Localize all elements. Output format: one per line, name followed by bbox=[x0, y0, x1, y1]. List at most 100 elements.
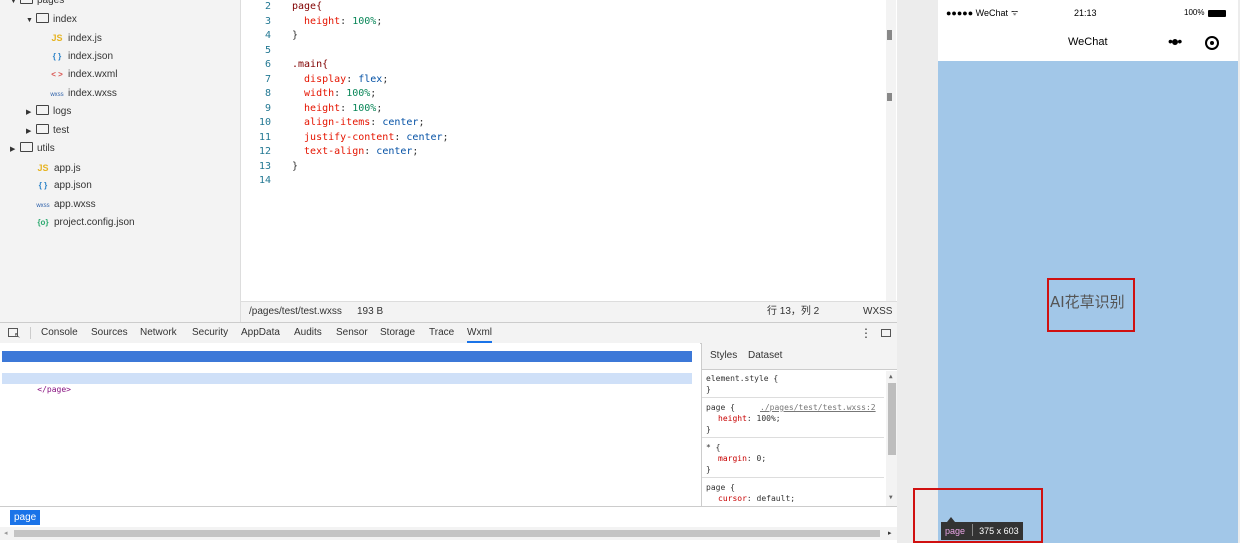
code-editor[interactable]: 2 page{3 height: 100%; 4} 5 6 .main{7 display… bbox=[241, 0, 896, 301]
cursor-position[interactable]: 行 13，列 2 bbox=[767, 302, 819, 322]
tree-item-test[interactable]: ▶ test bbox=[26, 122, 69, 140]
style-source-link[interactable]: ./pages/test/test.wxss:2 bbox=[760, 402, 876, 413]
tree-item-index-wxml[interactable]: < > index.wxml bbox=[50, 66, 117, 84]
line-number: 9 bbox=[264, 102, 271, 114]
tab-network[interactable]: Network bbox=[140, 323, 177, 343]
chevron-down-icon[interactable]: ▼ bbox=[10, 0, 20, 11]
style-selector[interactable]: page { bbox=[706, 482, 735, 493]
line-number: 5 bbox=[264, 44, 271, 56]
wxml-file-icon: < > bbox=[51, 70, 63, 79]
style-rule-close: } bbox=[706, 465, 711, 474]
scroll-thumb[interactable] bbox=[14, 530, 880, 537]
style-rule-close: } bbox=[706, 425, 711, 434]
style-selector[interactable]: element.style { bbox=[706, 373, 778, 384]
folder-icon bbox=[36, 105, 49, 115]
tab-storage[interactable]: Storage bbox=[380, 323, 415, 343]
tab-sensor[interactable]: Sensor bbox=[336, 323, 368, 343]
inspect-cursor-icon: ↖ bbox=[14, 331, 21, 340]
tab-styles[interactable]: Styles bbox=[710, 350, 737, 361]
devtools-tab-bar: ↖ Console Sources Network Security AppData Au… bbox=[0, 322, 897, 344]
tab-appdata[interactable]: AppData bbox=[241, 323, 280, 343]
wxml-elements-panel[interactable]: ▾<page> ▸<view class="main" role="" aria… bbox=[0, 343, 700, 506]
close-target-icon[interactable] bbox=[1205, 36, 1219, 50]
chevron-right-icon[interactable]: ▶ bbox=[10, 141, 20, 159]
scroll-right-arrow-icon[interactable]: ▸ bbox=[888, 529, 892, 537]
element-row-page[interactable]: ▾<page> bbox=[2, 351, 692, 372]
folder-icon bbox=[20, 142, 33, 152]
style-selector[interactable]: page { bbox=[706, 402, 735, 413]
tab-console[interactable]: Console bbox=[41, 323, 78, 343]
tree-item-app-js[interactable]: JS app.js bbox=[36, 159, 80, 177]
phone-nav-bar: WeChat •●• bbox=[938, 30, 1238, 60]
dock-side-icon[interactable] bbox=[881, 329, 891, 337]
phone-status-bar: ●●●●● WeChat 21:13 100% ᯤ bbox=[938, 8, 1238, 24]
tree-item-label: index.json bbox=[68, 50, 114, 62]
tree-item-index-wxss[interactable]: wxss index.wxss bbox=[50, 85, 117, 103]
language-mode[interactable]: WXSS bbox=[863, 302, 892, 322]
code-line[interactable]: 8 width: 100%; bbox=[241, 87, 881, 101]
tree-item-project-config-json[interactable]: {o} project.config.json bbox=[36, 214, 135, 232]
tree-item-label: index.js bbox=[68, 33, 102, 44]
code-line[interactable]: 12 text-align: center; bbox=[241, 145, 881, 159]
code-line[interactable]: 5 bbox=[241, 44, 881, 58]
tree-item-index-json[interactable]: { } index.json bbox=[50, 48, 113, 66]
chevron-down-icon[interactable]: ▼ bbox=[26, 12, 36, 30]
tab-audits[interactable]: Audits bbox=[294, 323, 322, 343]
tree-item-pages[interactable]: ▼ pages bbox=[10, 0, 64, 10]
tab-trace[interactable]: Trace bbox=[429, 323, 454, 343]
code-line[interactable]: 2 page{ bbox=[241, 0, 881, 14]
tree-item-index[interactable]: ▼ index bbox=[26, 11, 77, 29]
code-line[interactable]: 14 bbox=[241, 174, 881, 188]
styles-tab-bar: Styles Dataset bbox=[702, 343, 898, 370]
scroll-thumb[interactable] bbox=[888, 383, 896, 455]
element-row-page-close[interactable]: </page> bbox=[2, 373, 692, 394]
tab-divider bbox=[30, 327, 31, 339]
json-file-icon: { } bbox=[52, 51, 62, 61]
file-size: 193 B bbox=[357, 306, 384, 317]
style-property[interactable]: margin: 0; bbox=[718, 453, 766, 464]
tree-item-app-wxss[interactable]: wxss app.wxss bbox=[36, 196, 95, 214]
tree-item-app-json[interactable]: { } app.json bbox=[36, 177, 92, 195]
styles-panel: Styles Dataset element.style {} page { ./p… bbox=[701, 343, 898, 506]
scroll-up-arrow-icon[interactable]: ▲ bbox=[889, 373, 893, 380]
more-dots-icon[interactable]: •●• bbox=[1168, 33, 1182, 49]
chevron-right-icon[interactable]: ▶ bbox=[26, 123, 36, 141]
code-line[interactable]: 9 height: 100%; bbox=[241, 102, 881, 116]
style-property[interactable]: cursor: default; bbox=[718, 493, 795, 504]
code-line[interactable]: 6 .main{ bbox=[241, 58, 881, 72]
style-selector[interactable]: * { bbox=[706, 442, 720, 453]
tree-item-label: index.wxml bbox=[68, 69, 118, 80]
tab-dataset[interactable]: Dataset bbox=[748, 350, 782, 361]
code-line[interactable]: 13} bbox=[241, 160, 881, 174]
tree-item-index-js[interactable]: JS index.js bbox=[50, 29, 102, 47]
style-rule-close: } bbox=[706, 385, 711, 394]
scroll-down-arrow-icon[interactable]: ▼ bbox=[889, 494, 893, 501]
line-number: 4 bbox=[264, 30, 271, 41]
tree-item-label: app.json bbox=[54, 180, 92, 191]
code-line[interactable]: 4} bbox=[241, 29, 881, 43]
code-line[interactable]: 10 align-items: center; bbox=[241, 116, 881, 130]
tab-sources[interactable]: Sources bbox=[91, 323, 128, 343]
line-number: 7 bbox=[264, 73, 271, 85]
tab-security[interactable]: Security bbox=[192, 323, 228, 343]
editor-scrollbar[interactable] bbox=[886, 0, 896, 301]
more-options-icon[interactable]: ⋮ bbox=[860, 323, 872, 343]
folder-open-icon bbox=[36, 12, 49, 23]
code-text: height: 100%; bbox=[292, 15, 383, 27]
code-line[interactable]: 7 display: flex; bbox=[241, 73, 881, 87]
folder-open-icon bbox=[20, 0, 33, 4]
horizontal-scrollbar[interactable]: ◂ ▸ bbox=[0, 527, 897, 540]
tree-item-logs[interactable]: ▶ logs bbox=[26, 103, 71, 121]
nav-title: WeChat bbox=[1068, 36, 1108, 48]
element-row-view[interactable]: ▸<view class="main" role="" aria-label="… bbox=[20, 362, 710, 383]
scroll-left-arrow-icon[interactable]: ◂ bbox=[4, 529, 8, 537]
style-property[interactable]: height: 100%; bbox=[718, 413, 781, 424]
tree-item-label: project.config.json bbox=[54, 217, 135, 228]
code-line[interactable]: 3 height: 100%; bbox=[241, 15, 881, 29]
code-line[interactable]: 11 justify-content: center; bbox=[241, 131, 881, 145]
chevron-right-icon[interactable]: ▶ bbox=[26, 104, 36, 122]
tree-item-label: pages bbox=[37, 0, 65, 6]
breadcrumb-page[interactable]: page bbox=[10, 510, 41, 525]
tree-item-utils[interactable]: ▶ utils bbox=[10, 140, 55, 158]
tab-wxml[interactable]: Wxml bbox=[467, 323, 492, 343]
